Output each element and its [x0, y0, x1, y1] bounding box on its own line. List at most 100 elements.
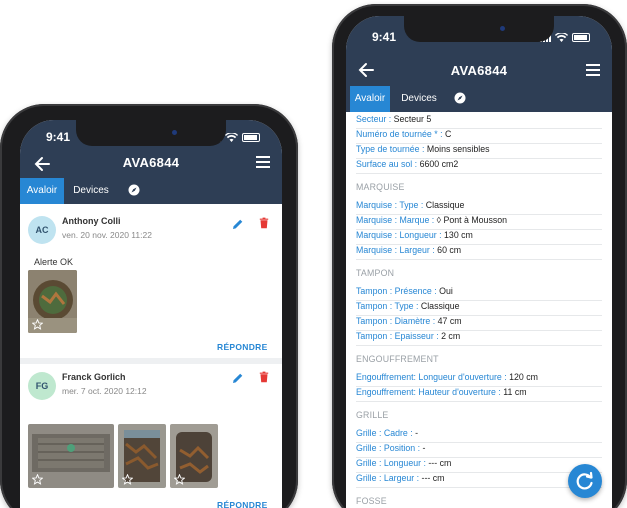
attribute-value: 60 cm — [437, 245, 462, 255]
attribute-label: Grille : Largeur : — [356, 473, 422, 483]
star-icon[interactable] — [32, 319, 43, 330]
comment-author: Franck Gorlich — [62, 372, 126, 382]
comment-author: Anthony Colli — [62, 216, 121, 226]
attribute-row: Grille : Largeur : --- cm — [356, 473, 602, 488]
attribute-label: Type de tournée : — [356, 144, 427, 154]
attribute-row: Grille : Position : - — [356, 443, 602, 458]
attribute-label: Secteur : — [356, 114, 394, 124]
attribute-label: Grille : Position : — [356, 443, 423, 453]
attribute-row: Marquise : Largeur : 60 cm — [356, 245, 602, 260]
attribute-row: Marquise : Longueur : 130 cm — [356, 230, 602, 245]
comment-text: Alerte OK — [34, 257, 74, 267]
attribute-row: Numéro de tournée * : C — [356, 129, 602, 144]
edit-pencil-icon[interactable] — [232, 372, 244, 384]
attribute-value: 47 cm — [437, 316, 462, 326]
wifi-icon — [555, 33, 568, 42]
avatar: FG — [28, 372, 56, 400]
reply-button[interactable]: RÉPONDRE — [217, 342, 268, 352]
attribute-row: Tampon : Epaisseur : 2 cm — [356, 331, 602, 346]
attribute-row: Tampon : Type : Classique — [356, 301, 602, 316]
star-icon[interactable] — [122, 474, 133, 485]
attribute-value: 120 cm — [509, 372, 538, 382]
comment-card: AC Anthony Colli ven. 20 nov. 2020 11:22… — [20, 206, 282, 356]
star-icon[interactable] — [32, 474, 43, 485]
attribute-value: Classique — [425, 200, 465, 210]
attribute-label: Marquise : Marque : — [356, 215, 437, 225]
attribute-row: Engouffrement: Longueur d'ouverture : 12… — [356, 372, 602, 387]
attribute-value: - — [415, 428, 419, 438]
reply-button[interactable]: RÉPONDRE — [217, 500, 268, 508]
attribute-value: - — [422, 443, 426, 453]
attribute-label: Grille : Cadre : — [356, 428, 416, 438]
tab-avaloir[interactable]: Avaloir — [20, 178, 64, 204]
notch — [76, 120, 226, 146]
left-phone: 9:41 AVA6844 Avaloir Devices AC Anthony … — [0, 104, 298, 508]
avatar: AC — [28, 216, 56, 244]
attribute-value: ◊ Pont à Mousson — [436, 215, 508, 225]
attribute-value: Oui — [439, 286, 453, 296]
photo-thumbnail[interactable] — [170, 424, 218, 488]
photo-thumbnail[interactable] — [118, 424, 166, 488]
attribute-row: Grille : Longueur : --- cm — [356, 458, 602, 473]
attribute-label: Numéro de tournée * : — [356, 129, 445, 139]
right-screen: 9:41 AVA6844 Avaloir Devices Secteur : S… — [346, 16, 612, 508]
page-title: AVA6844 — [122, 155, 180, 170]
attribute-value: C — [445, 129, 452, 139]
attribute-value: Secteur 5 — [393, 114, 432, 124]
attribute-row: Type de tournée : Moins sensibles — [356, 144, 602, 159]
section-header: ENGOUFFREMENT — [356, 354, 439, 364]
refresh-icon — [576, 471, 593, 490]
delete-trash-icon[interactable] — [258, 217, 270, 229]
attribute-label: Engouffrement: Longueur d'ouverture : — [356, 372, 510, 382]
attribute-row: Grille : Cadre : - — [356, 428, 602, 443]
compass-icon[interactable] — [128, 184, 140, 196]
section-header: MARQUISE — [356, 182, 405, 192]
section-header: FOSSE — [356, 496, 387, 506]
battery-icon — [572, 33, 590, 42]
attribute-label: Tampon : Présence : — [356, 286, 440, 296]
wifi-icon — [225, 133, 238, 142]
attribute-row: Marquise : Marque : ◊ Pont à Mousson — [356, 215, 602, 230]
delete-trash-icon[interactable] — [258, 371, 270, 383]
attribute-label: Marquise : Type : — [356, 200, 426, 210]
attribute-label: Marquise : Longueur : — [356, 230, 445, 240]
attribute-row: Surface au sol : 6600 cm2 — [356, 159, 602, 174]
comment-date: ven. 20 nov. 2020 11:22 — [62, 230, 152, 240]
attribute-value: --- cm — [428, 458, 452, 468]
battery-icon — [242, 133, 260, 142]
attribute-row: Tampon : Présence : Oui — [356, 286, 602, 301]
status-time: 9:41 — [372, 30, 397, 44]
attribute-row: Engouffrement: Hauteur d'ouverture : 11 … — [356, 387, 602, 402]
attribute-value: 11 cm — [503, 387, 527, 397]
attribute-label: Engouffrement: Hauteur d'ouverture : — [356, 387, 504, 397]
star-icon[interactable] — [174, 474, 185, 485]
attribute-label: Marquise : Largeur : — [356, 245, 438, 255]
attribute-value: Moins sensibles — [426, 144, 490, 154]
attribute-row: Tampon : Diamètre : 47 cm — [356, 316, 602, 331]
refresh-button[interactable] — [568, 464, 602, 498]
attribute-label: Surface au sol : — [356, 159, 420, 169]
status-time: 9:41 — [46, 130, 71, 144]
tab-avaloir[interactable]: Avaloir — [350, 86, 390, 112]
compass-icon[interactable] — [454, 92, 466, 104]
tab-devices[interactable]: Devices — [396, 86, 442, 112]
hamburger-menu-icon[interactable] — [586, 64, 600, 76]
attribute-label: Tampon : Diamètre : — [356, 316, 438, 326]
tab-devices[interactable]: Devices — [68, 178, 114, 204]
photo-thumbnail[interactable] — [28, 424, 114, 488]
attribute-row: Secteur : Secteur 5 — [356, 114, 602, 129]
attribute-list: Secteur : Secteur 5 Numéro de tournée * :… — [356, 112, 602, 508]
photo-thumbnail[interactable] — [28, 270, 77, 333]
comment-card: FG Franck Gorlich mer. 7 oct. 2020 12:12… — [20, 364, 282, 508]
section-header: GRILLE — [356, 410, 389, 420]
hamburger-menu-icon[interactable] — [256, 156, 270, 168]
edit-pencil-icon[interactable] — [232, 218, 244, 230]
attribute-value: 2 cm — [441, 331, 461, 341]
notch — [404, 16, 554, 42]
attribute-label: Tampon : Epaisseur : — [356, 331, 442, 341]
attribute-value: --- cm — [421, 473, 445, 483]
right-phone: 9:41 AVA6844 Avaloir Devices Secteur : S… — [332, 4, 627, 508]
attribute-value: 130 cm — [444, 230, 473, 240]
section-header: TAMPON — [356, 268, 395, 278]
attribute-label: Grille : Longueur : — [356, 458, 429, 468]
